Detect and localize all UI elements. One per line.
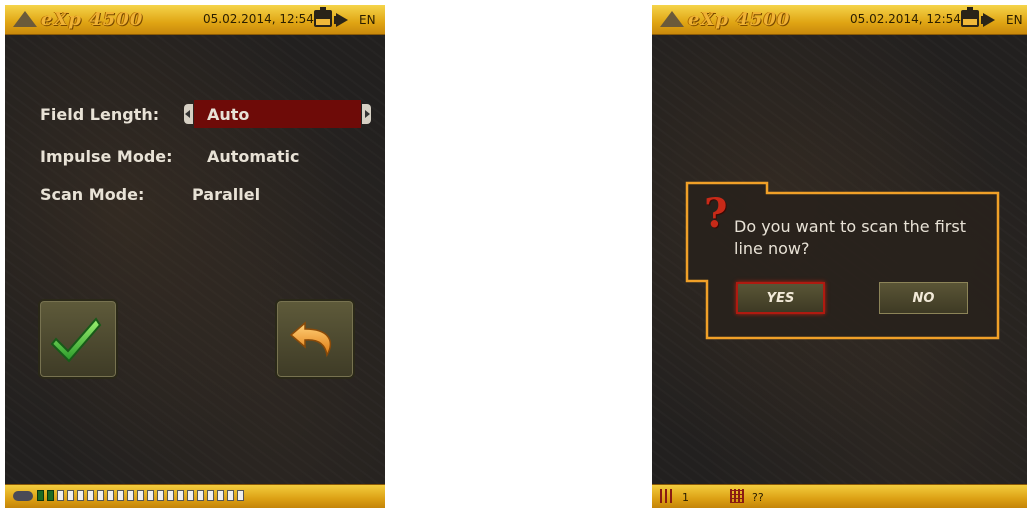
signal-led [127, 490, 134, 501]
language-indicator[interactable]: EN [359, 13, 376, 27]
signal-led [177, 490, 184, 501]
dialog-message: Do you want to scan the first line now? [734, 217, 966, 258]
question-mark-icon: ? [704, 190, 728, 237]
confirm-button[interactable] [38, 299, 118, 379]
signal-led [217, 490, 224, 501]
scan-prompt-screen: eXp 4500 05.02.2014, 12:54 EN ? Do you w… [652, 5, 1027, 508]
field-length-label: Field Length: [40, 105, 160, 124]
no-button[interactable]: NO [879, 282, 968, 314]
signal-led [187, 490, 194, 501]
logo-text: eXp 4500 [688, 8, 791, 30]
field-length-value[interactable]: Auto [207, 105, 249, 124]
device-logo: eXp 4500 [13, 8, 143, 30]
signal-led [57, 490, 64, 501]
signal-led [77, 490, 84, 501]
datetime: 05.02.2014, 12:54 [203, 12, 314, 26]
signal-led [167, 490, 174, 501]
sensor-icon [13, 490, 33, 501]
battery-icon [314, 7, 332, 27]
signal-led [137, 490, 144, 501]
grid-icon [730, 489, 744, 503]
logo-text: eXp 4500 [41, 8, 144, 30]
line-count: 1 [682, 491, 689, 504]
impulse-mode-value[interactable]: Automatic [207, 147, 300, 166]
speaker-cone[interactable] [336, 13, 348, 27]
signal-led [107, 490, 114, 501]
status-bar: eXp 4500 05.02.2014, 12:54 EN [652, 5, 1027, 35]
pyramid-icon [660, 11, 684, 27]
settings-screen: eXp 4500 05.02.2014, 12:54 EN Field Leng… [5, 5, 385, 508]
signal-led [117, 490, 124, 501]
dialog-frame [685, 181, 1000, 340]
unknown-count: ?? [752, 491, 764, 504]
prev-option-arrow-icon[interactable] [184, 104, 193, 124]
signal-led [207, 490, 214, 501]
device-logo: eXp 4500 [660, 8, 790, 30]
return-arrow-icon [289, 321, 332, 358]
next-option-arrow-icon[interactable] [362, 104, 371, 124]
signal-led [197, 490, 204, 501]
yes-button[interactable]: YES [736, 282, 825, 314]
language-indicator[interactable]: EN [1006, 13, 1023, 27]
checkmark-icon [50, 317, 102, 363]
signal-led [37, 490, 44, 501]
signal-led [237, 490, 244, 501]
battery-icon [961, 7, 979, 27]
signal-led [157, 490, 164, 501]
pyramid-icon [13, 11, 37, 27]
lines-icon [660, 489, 674, 503]
signal-led [87, 490, 94, 501]
speaker-cone[interactable] [983, 13, 995, 27]
back-button[interactable] [275, 299, 355, 379]
signal-led [47, 490, 54, 501]
footer-bar: 1 ?? [652, 484, 1027, 508]
scan-mode-label: Scan Mode: [40, 185, 145, 204]
status-bar: eXp 4500 05.02.2014, 12:54 EN [5, 5, 385, 35]
signal-leds [13, 490, 247, 501]
signal-led [227, 490, 234, 501]
scan-mode-value[interactable]: Parallel [192, 185, 260, 204]
datetime: 05.02.2014, 12:54 [850, 12, 961, 26]
signal-led [147, 490, 154, 501]
impulse-mode-label: Impulse Mode: [40, 147, 173, 166]
signal-led [67, 490, 74, 501]
signal-led [97, 490, 104, 501]
footer-bar [5, 484, 385, 508]
